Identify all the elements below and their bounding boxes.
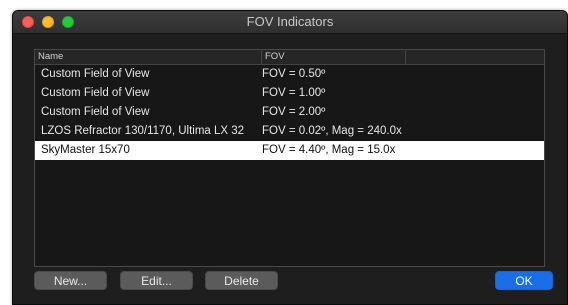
table-row[interactable]: Custom Field of View FOV = 2.00º bbox=[35, 103, 544, 122]
table-row[interactable]: Custom Field of View FOV = 0.50º bbox=[35, 65, 544, 84]
edit-button[interactable]: Edit... bbox=[120, 271, 193, 290]
table-row[interactable]: LZOS Refractor 130/1170, Ultima LX 32 FO… bbox=[35, 122, 544, 141]
row-fov-cell: FOV = 0.02º, Mag = 240.0x bbox=[262, 125, 402, 137]
new-button[interactable]: New... bbox=[34, 271, 107, 290]
column-header-fov[interactable]: FOV bbox=[261, 50, 405, 64]
column-header-name[interactable]: Name bbox=[38, 50, 258, 64]
table-row[interactable]: Custom Field of View FOV = 1.00º bbox=[35, 84, 544, 103]
table-body: Custom Field of View FOV = 0.50º Custom … bbox=[35, 65, 544, 160]
table-header: Name FOV bbox=[35, 50, 544, 65]
row-name-cell: Custom Field of View bbox=[41, 68, 150, 80]
row-name-cell: LZOS Refractor 130/1170, Ultima LX 32 bbox=[41, 125, 245, 137]
row-name-cell: Custom Field of View bbox=[41, 87, 150, 99]
fov-indicators-window: FOV Indicators Name FOV Custom Field of … bbox=[12, 10, 568, 305]
row-fov-cell: FOV = 2.00º bbox=[262, 106, 326, 118]
row-name-cell: SkyMaster 15x70 bbox=[41, 144, 130, 156]
column-header-empty bbox=[405, 50, 545, 64]
window-title: FOV Indicators bbox=[246, 14, 334, 29]
row-fov-cell: FOV = 4.40º, Mag = 15.0x bbox=[262, 144, 396, 156]
row-fov-cell: FOV = 0.50º bbox=[262, 68, 326, 80]
table-row-selected[interactable]: SkyMaster 15x70 FOV = 4.40º, Mag = 15.0x bbox=[35, 141, 544, 160]
row-name-cell: Custom Field of View bbox=[41, 106, 150, 118]
fov-table: Name FOV Custom Field of View FOV = 0.50… bbox=[34, 49, 545, 267]
row-fov-cell: FOV = 1.00º bbox=[262, 87, 326, 99]
delete-button[interactable]: Delete bbox=[205, 271, 278, 290]
title-bar: FOV Indicators bbox=[13, 11, 567, 34]
ok-button[interactable]: OK bbox=[495, 271, 553, 290]
